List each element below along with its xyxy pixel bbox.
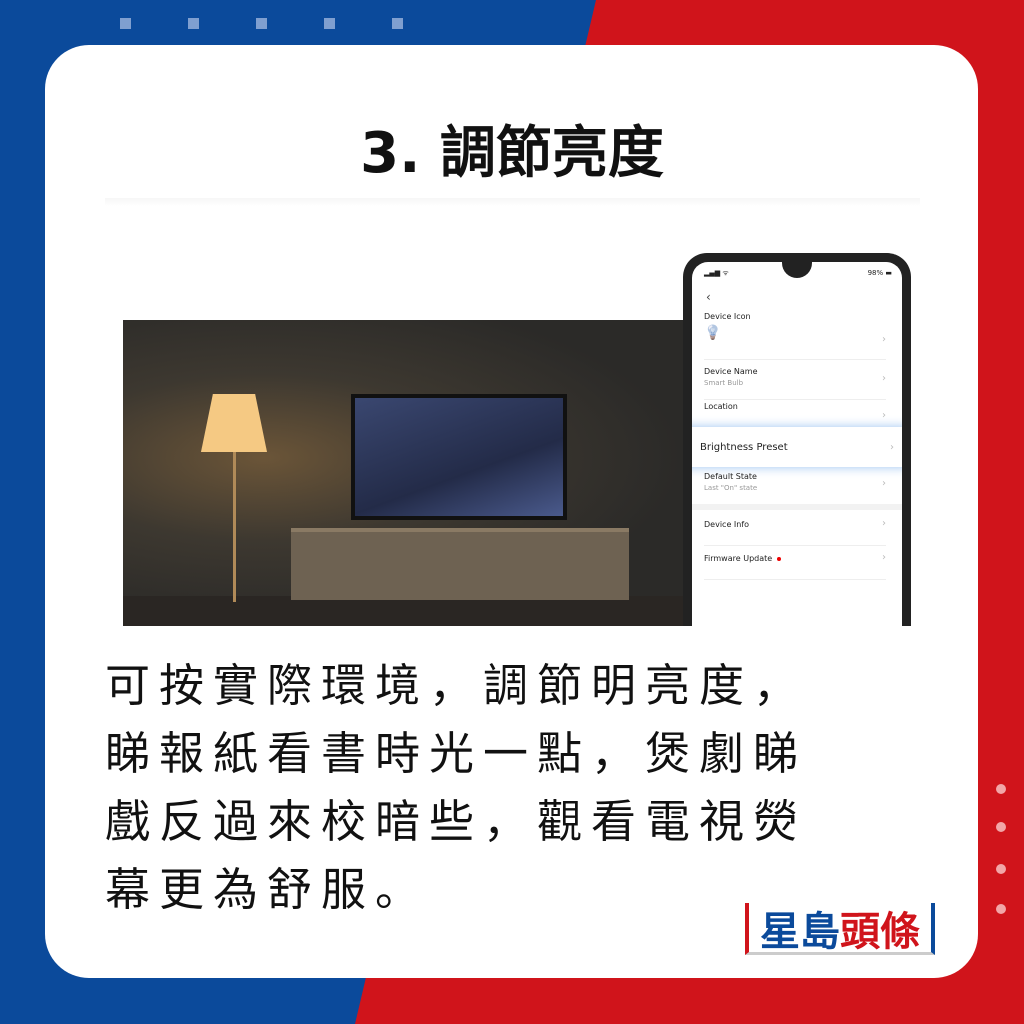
tv-cabinet — [291, 528, 629, 600]
row-label: Device Name — [704, 367, 758, 376]
brightness-preset-row[interactable]: Brightness Preset › — [692, 427, 902, 467]
decor-dot — [996, 784, 1006, 794]
body-line: 睇報紙看書時光一點，煲劇睇 — [105, 727, 808, 780]
default-state-row[interactable]: Default State Last "On" state › — [704, 472, 886, 502]
chevron-right-icon: › — [882, 373, 886, 384]
tv-image — [351, 394, 567, 520]
page-title: 3. 調節亮度 — [360, 121, 664, 186]
divider — [105, 198, 920, 206]
decor-dot — [996, 822, 1006, 832]
location-row[interactable]: Location › — [704, 402, 886, 427]
back-icon[interactable]: ‹ — [706, 290, 711, 304]
phone-mockup: ▂▄▆ ᯤ 98% ▬ ‹ Device Icon 💡 › Device Name… — [683, 253, 911, 626]
body-line: 可按實際環境，調節明亮度， — [105, 659, 808, 712]
bulb-icon: 💡 — [704, 325, 722, 341]
row-label: Default State — [704, 472, 757, 481]
chevron-right-icon: › — [882, 334, 886, 345]
row-label: Location — [704, 402, 738, 411]
decor-square — [188, 18, 199, 29]
row-label: Firmware Update — [704, 554, 773, 563]
update-badge — [777, 556, 782, 561]
logo-text-blue: 星島 — [760, 908, 840, 955]
decor-square — [256, 18, 267, 29]
body-text: 可按實際環境，調節明亮度， 睇報紙看書時光一點，煲劇睇 戲反過來校暗些，觀看電視… — [105, 652, 935, 924]
brand-logo: 星島 頭條 — [745, 903, 935, 955]
row-label: Device Info — [704, 520, 750, 529]
body-line: 戲反過來校暗些，觀看電視熒 — [105, 795, 808, 848]
logo-text-red: 頭條 — [840, 908, 920, 955]
row-label: Device Icon — [704, 312, 751, 321]
living-room-photo — [123, 320, 685, 626]
chevron-right-icon: › — [890, 441, 894, 453]
chevron-right-icon: › — [882, 552, 886, 563]
row-value: Smart Bulb — [704, 379, 744, 387]
chevron-right-icon: › — [882, 478, 886, 489]
signal-icon: ▂▄▆ ᯤ — [704, 269, 729, 277]
decor-square — [324, 18, 335, 29]
lamp-icon — [201, 394, 267, 452]
phone-screen: ▂▄▆ ᯤ 98% ▬ ‹ Device Icon 💡 › Device Name… — [692, 262, 902, 626]
decor-dot — [996, 864, 1006, 874]
chevron-right-icon: › — [882, 518, 886, 529]
decor-dot — [996, 904, 1006, 914]
device-icon-row[interactable]: Device Icon 💡 › — [704, 312, 886, 360]
battery-status: 98% ▬ — [867, 269, 892, 277]
device-name-row[interactable]: Device Name Smart Bulb › — [704, 367, 886, 400]
device-info-row[interactable]: Device Info › — [704, 518, 886, 546]
firmware-update-row[interactable]: Firmware Update › — [704, 552, 886, 580]
decor-square — [120, 18, 131, 29]
chevron-right-icon: › — [882, 410, 886, 421]
decor-square — [392, 18, 403, 29]
row-label: Brightness Preset — [700, 441, 788, 453]
row-value: Last "On" state — [704, 484, 758, 492]
